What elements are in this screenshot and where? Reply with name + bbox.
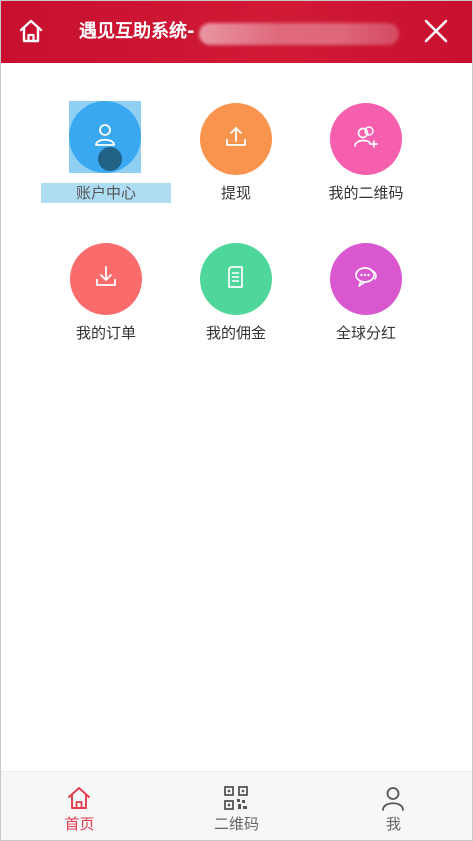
nav-label: 我 [385,815,401,833]
menu-item-label: 全球分红 [335,324,396,342]
menu-item-my-commission[interactable]: 我的佣金 [171,241,301,351]
menu-item-withdraw[interactable]: 提现 [171,101,301,211]
user-icon [379,784,407,812]
download-icon [91,262,121,296]
upload-icon [221,122,251,156]
home-icon [18,18,44,48]
home-button[interactable] [15,17,47,49]
redacted-title-suffix [199,23,399,45]
menu-icon-circle [330,103,402,175]
menu-icon-circle [70,243,142,315]
nav-item-home[interactable]: 首页 [1,772,158,838]
chat-icon [351,262,381,296]
menu-icon-circle [330,243,402,315]
nav-label: 二维码 [213,815,259,833]
nav-item-qr-code[interactable]: 二维码 [158,772,315,838]
document-icon [221,262,251,296]
menu-item-label: 我的二维码 [328,184,404,202]
menu-item-label: 账户中心 [41,183,171,203]
menu-item-account-center[interactable]: 账户中心 [41,101,171,211]
home-icon [65,784,93,812]
close-button[interactable] [419,16,453,50]
menu-item-label: 我的订单 [75,324,136,342]
nav-label: 首页 [64,815,95,833]
bottom-nav: 首页 二维码 我 [1,771,472,840]
menu-item-global-dividend[interactable]: 全球分红 [301,241,431,351]
qr-code-icon [222,784,250,812]
menu-item-label: 提现 [220,184,251,202]
page-title: 遇见互助系统- [79,21,195,42]
header-bar: 遇见互助系统- [1,1,472,63]
touch-cursor-indicator [98,147,122,171]
menu-item-my-orders[interactable]: 我的订单 [41,241,171,351]
menu-icon-circle [200,243,272,315]
menu-icon-circle [200,103,272,175]
add-user-icon [351,122,381,156]
app-frame: 遇见互助系统- 账户中心 提现 我的二维码 我的订单 我的佣金 全球分红 首页 … [0,0,473,841]
menu-item-label: 我的佣金 [205,324,266,342]
close-icon [423,18,449,48]
menu-item-my-qr-code[interactable]: 我的二维码 [301,101,431,211]
nav-item-me[interactable]: 我 [315,772,472,838]
